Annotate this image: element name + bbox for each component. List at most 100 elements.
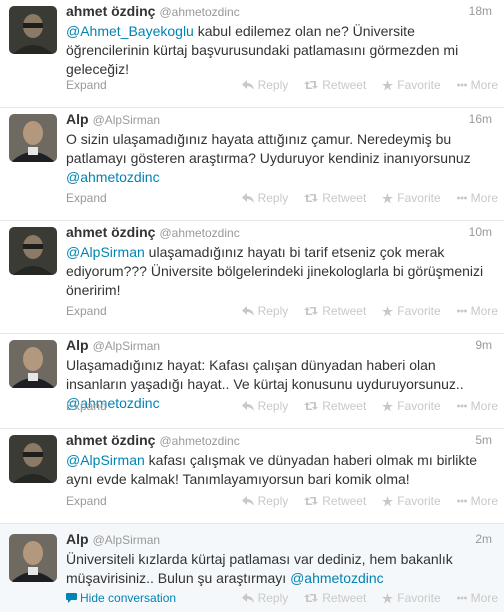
tweet-time[interactable]: 10m: [469, 225, 492, 239]
retweet-label: Retweet: [322, 494, 367, 508]
retweet-icon: [304, 194, 319, 202]
favorite-label: Favorite: [397, 78, 441, 92]
expand-link[interactable]: Expand: [66, 191, 107, 205]
mention-link[interactable]: @AlpSirman: [66, 452, 145, 468]
retweet-label: Retweet: [322, 304, 367, 318]
more-button[interactable]: More: [456, 591, 498, 605]
author-name[interactable]: ahmet özdinç: [66, 224, 155, 240]
avatar-ahmet[interactable]: [9, 435, 57, 483]
favorite-label: Favorite: [397, 494, 441, 508]
favorite-button[interactable]: Favorite: [382, 78, 441, 92]
star-icon: [382, 495, 394, 506]
text-segment: O sizin ulaşamadığınız hayata attığınız …: [66, 131, 471, 166]
tweet-time[interactable]: 2m: [475, 532, 492, 546]
tweet[interactable]: ahmet özdinç @ahmetozdinc 5m @AlpSirman k…: [0, 429, 504, 524]
more-icon: [456, 309, 467, 313]
favorite-button[interactable]: Favorite: [382, 591, 441, 605]
reply-label: Reply: [257, 191, 289, 205]
author-handle[interactable]: @AlpSirman: [93, 113, 161, 127]
reply-icon: [241, 193, 254, 203]
tweet-time[interactable]: 5m: [475, 433, 492, 447]
reply-button[interactable]: Reply: [241, 191, 289, 205]
retweet-button[interactable]: Retweet: [304, 494, 366, 508]
expand-link[interactable]: Expand: [66, 399, 107, 413]
tweet-text: @Ahmet_Bayekoglu kabul edilemez olan ne?…: [66, 22, 492, 79]
author-handle[interactable]: @ahmetozdinc: [159, 434, 239, 448]
retweet-button[interactable]: Retweet: [304, 399, 366, 413]
author-name[interactable]: Alp: [66, 531, 89, 547]
tweet-actions: Reply Retweet Favorite More: [241, 304, 498, 318]
tweet-time[interactable]: 18m: [469, 4, 492, 18]
author-handle[interactable]: @ahmetozdinc: [159, 5, 239, 19]
retweet-icon: [304, 81, 319, 89]
tweet[interactable]: ahmet özdinç @ahmetozdinc 10m @AlpSirman …: [0, 221, 504, 334]
more-label: More: [470, 304, 498, 318]
reply-button[interactable]: Reply: [241, 591, 288, 605]
star-icon: [382, 592, 394, 603]
favorite-button[interactable]: Favorite: [382, 399, 441, 413]
favorite-button[interactable]: Favorite: [382, 304, 441, 318]
more-button[interactable]: More: [456, 191, 498, 205]
mention-link[interactable]: @ahmetozdinc: [290, 570, 384, 586]
retweet-icon: [304, 307, 319, 315]
tweet-time[interactable]: 9m: [475, 338, 492, 352]
tweet-timeline: ahmet özdinç @ahmetozdinc 18m @Ahmet_Baye…: [0, 0, 504, 612]
reply-button[interactable]: Reply: [241, 399, 289, 413]
tweet-time[interactable]: 16m: [469, 112, 492, 126]
reply-button[interactable]: Reply: [241, 304, 288, 318]
expand-link[interactable]: Expand: [66, 494, 107, 508]
avatar-alp[interactable]: [9, 340, 57, 388]
tweet[interactable]: ahmet özdinç @ahmetozdinc 18m @Ahmet_Baye…: [0, 0, 504, 108]
expand-link[interactable]: Expand: [66, 304, 107, 318]
favorite-button[interactable]: Favorite: [382, 494, 441, 508]
reply-icon: [241, 593, 254, 603]
more-label: More: [470, 494, 498, 508]
mention-link[interactable]: @Ahmet_Bayekoglu: [66, 23, 194, 39]
author-handle[interactable]: @ahmetozdinc: [159, 226, 239, 240]
reply-button[interactable]: Reply: [241, 78, 288, 92]
reply-icon: [241, 496, 254, 506]
tweet[interactable]: Alp @AlpSirman 9m Ulaşamadığınız hayat: K…: [0, 334, 504, 429]
author-handle[interactable]: @AlpSirman: [93, 533, 161, 547]
more-button[interactable]: More: [456, 304, 498, 318]
author-name[interactable]: Alp: [66, 111, 89, 127]
tweet[interactable]: Alp @AlpSirman 16m O sizin ulaşamadığınız…: [0, 108, 504, 221]
tweet-actions: Reply Retweet Favorite More: [241, 591, 498, 605]
author-handle[interactable]: @AlpSirman: [93, 339, 161, 353]
retweet-button[interactable]: Retweet: [304, 304, 366, 318]
author-name[interactable]: ahmet özdinç: [66, 3, 155, 19]
reply-icon: [241, 306, 254, 316]
avatar-alp[interactable]: [9, 534, 57, 582]
more-button[interactable]: More: [456, 78, 498, 92]
tweet-actions: Reply Retweet Favorite More: [241, 191, 498, 205]
expand-link[interactable]: Expand: [66, 78, 107, 92]
avatar-ahmet[interactable]: [9, 227, 57, 275]
text-segment: Ulaşamadığınız hayat: Kafası çalışan dün…: [66, 357, 464, 392]
reply-button[interactable]: Reply: [241, 494, 288, 508]
reply-label: Reply: [257, 399, 289, 413]
retweet-icon: [304, 497, 319, 505]
hide-conversation-link[interactable]: Hide conversation: [66, 591, 176, 605]
more-button[interactable]: More: [456, 399, 498, 413]
favorite-label: Favorite: [397, 591, 441, 605]
avatar-alp[interactable]: [9, 114, 57, 162]
author-name[interactable]: Alp: [66, 337, 89, 353]
more-button[interactable]: More: [456, 494, 498, 508]
retweet-button[interactable]: Retweet: [304, 78, 366, 92]
star-icon: [382, 400, 394, 411]
more-label: More: [470, 591, 498, 605]
tweet-text: Üniversiteli kızlarda kürtaj patlaması v…: [66, 550, 492, 588]
tweet-actions: Reply Retweet Favorite More: [241, 399, 498, 413]
tweet-actions: Reply Retweet Favorite More: [241, 78, 498, 92]
retweet-button[interactable]: Retweet: [304, 191, 366, 205]
avatar-ahmet[interactable]: [9, 6, 57, 54]
text-segment: Üniversiteli kızlarda kürtaj patlaması v…: [66, 551, 453, 586]
retweet-button[interactable]: Retweet: [304, 591, 366, 605]
favorite-button[interactable]: Favorite: [382, 191, 441, 205]
star-icon: [382, 192, 394, 203]
tweet[interactable]: Alp @AlpSirman 2m Üniversiteli kızlarda k…: [0, 524, 504, 612]
author-name[interactable]: ahmet özdinç: [66, 432, 155, 448]
mention-link[interactable]: @AlpSirman: [66, 244, 145, 260]
mention-link[interactable]: @ahmetozdinc: [66, 169, 160, 185]
star-icon: [382, 305, 394, 316]
